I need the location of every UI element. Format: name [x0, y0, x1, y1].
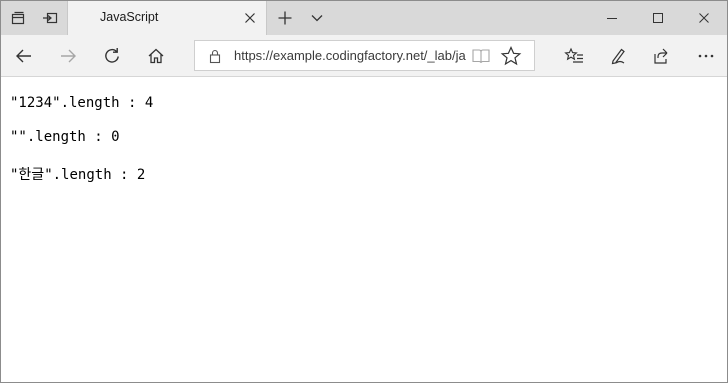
share-button[interactable] [645, 39, 679, 73]
navigation-bar: https://example.codingfactory.net/_lab/j… [1, 35, 727, 77]
tab-actions-button[interactable] [1, 1, 35, 35]
home-button[interactable] [139, 39, 173, 73]
more-button[interactable] [689, 39, 723, 73]
close-icon [699, 13, 709, 23]
tab-preview-button[interactable] [300, 1, 334, 35]
address-bar[interactable]: https://example.codingfactory.net/_lab/j… [194, 40, 535, 71]
minimize-button[interactable] [589, 1, 635, 35]
set-aside-tabs-icon [43, 12, 58, 24]
more-icon [698, 54, 714, 58]
output-line-3: "한글".length : 2 [10, 167, 146, 183]
minimize-icon [607, 18, 617, 19]
favorites-list-icon [564, 47, 583, 63]
back-button[interactable] [7, 39, 41, 73]
tab-title: JavaScript [100, 10, 159, 24]
chevron-down-icon [311, 15, 323, 22]
maximize-icon [653, 13, 663, 23]
browser-window: JavaScript https://example.codingfactory… [0, 0, 728, 383]
add-favorite-button[interactable] [500, 46, 522, 66]
forward-button[interactable] [51, 39, 85, 73]
back-arrow-icon [16, 49, 31, 63]
url-text[interactable]: https://example.codingfactory.net/_lab/j… [234, 48, 466, 64]
set-aside-tabs-button[interactable] [33, 1, 67, 35]
tab-javascript[interactable]: JavaScript [67, 1, 267, 35]
close-window-button[interactable] [681, 1, 727, 35]
close-tab-button[interactable] [240, 8, 260, 28]
favorites-hub-button[interactable] [557, 39, 591, 73]
output-line-1: "1234".length : 4 [10, 95, 154, 111]
home-icon [148, 48, 164, 64]
star-icon [500, 46, 522, 66]
title-bar: JavaScript [1, 1, 727, 35]
pen-icon [611, 48, 625, 65]
output-line-2: "".length : 0 [10, 129, 120, 145]
close-icon [245, 13, 255, 23]
book-icon [472, 49, 490, 64]
maximize-button[interactable] [635, 1, 681, 35]
page-content: "1234".length : 4 "".length : 0 "한글".len… [1, 78, 727, 382]
reading-view-button[interactable] [471, 47, 491, 65]
lock-icon [209, 49, 221, 64]
plus-icon [278, 11, 292, 25]
refresh-button[interactable] [95, 39, 129, 73]
tab-actions-icon [11, 11, 25, 25]
new-tab-button[interactable] [268, 1, 302, 35]
forward-arrow-icon [61, 49, 76, 63]
share-icon [654, 48, 668, 64]
refresh-icon [105, 48, 119, 63]
notes-button[interactable] [601, 39, 635, 73]
